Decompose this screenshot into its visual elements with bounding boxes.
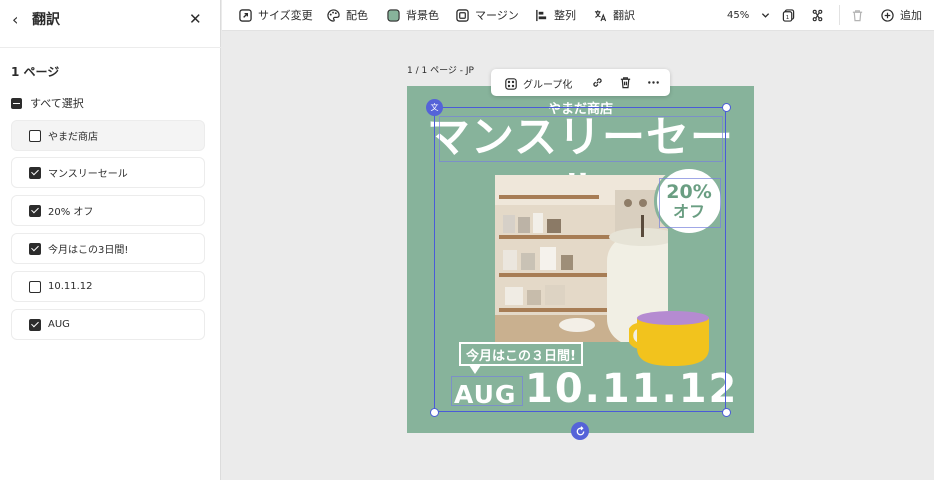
align-icon [536, 9, 547, 21]
checkbox-checked[interactable] [29, 318, 41, 331]
checkbox-checked[interactable] [29, 166, 41, 179]
element-context-menu: グループ化 [491, 69, 670, 96]
translate-panel: ‹ 翻訳 ✕ 1 ページ すべて選択 やまだ商店 マンスリーセール 20% オフ… [0, 0, 221, 480]
panel-header: ‹ 翻訳 ✕ [0, 0, 221, 48]
group-icon [505, 77, 517, 90]
resize-handle-top-right[interactable] [722, 103, 731, 112]
panel-title: 翻訳 [32, 12, 60, 28]
checkbox-checked[interactable] [29, 242, 41, 255]
zoom-value: 45% [727, 9, 750, 21]
checkbox-unchecked[interactable] [29, 280, 41, 293]
margin-label: マージン [475, 9, 519, 22]
checkbox-unchecked[interactable] [29, 129, 41, 142]
more-options-icon[interactable] [647, 76, 660, 89]
group-button[interactable]: グループ化 [505, 76, 572, 91]
background-color-button[interactable]: 背景色 [387, 0, 439, 30]
text-item-dates[interactable]: 10.11.12 [11, 271, 205, 302]
translate-button[interactable]: 翻訳 [594, 0, 635, 30]
text-item-label: やまだ商店 [48, 132, 98, 143]
chevron-down-icon [762, 12, 770, 18]
select-all-label: すべて選択 [30, 97, 84, 110]
dates-text[interactable]: 10.11.12 [525, 366, 738, 412]
period-text: 今月はこの３日間! [466, 348, 576, 364]
translate-label: 翻訳 [613, 9, 635, 22]
text-item-label: マンスリーセール [48, 169, 128, 180]
text-item-label: AUG [48, 319, 70, 330]
text-item-headline[interactable]: マンスリーセール [11, 157, 205, 188]
resize-label: サイズ変更 [258, 9, 313, 22]
align-button[interactable]: 整列 [535, 0, 576, 30]
resize-handle-bottom-right[interactable] [722, 408, 731, 417]
text-item-label: 10.11.12 [48, 281, 93, 292]
pages-icon: 1 [782, 8, 795, 22]
close-icon[interactable]: ✕ [189, 10, 202, 28]
translate-icon [594, 9, 607, 21]
top-toolbar: サイズ変更 配色 背景色 マージン 整列 翻訳 45% 1 追加 [222, 0, 934, 31]
svg-text:1: 1 [786, 14, 790, 20]
text-item-discount[interactable]: 20% オフ [11, 195, 205, 226]
add-button[interactable]: 追加 [881, 0, 922, 30]
text-item-period[interactable]: 今月はこの3日間! [11, 233, 205, 264]
resize-button[interactable]: サイズ変更 [239, 0, 313, 30]
speech-bubble-tail [469, 365, 481, 374]
trash-icon [852, 9, 863, 21]
plus-circle-icon [881, 8, 894, 22]
layers-button[interactable] [811, 0, 824, 30]
rotate-handle[interactable] [571, 422, 589, 440]
margin-icon [456, 8, 469, 22]
layers-icon [812, 9, 823, 21]
zoom-dropdown[interactable]: 45% [727, 0, 770, 30]
add-label: 追加 [900, 9, 922, 22]
color-scheme-button[interactable]: 配色 [327, 0, 368, 30]
headline-bounding-box [439, 116, 723, 162]
group-label: グループ化 [523, 80, 573, 91]
margin-button[interactable]: マージン [456, 0, 519, 30]
select-all-checkbox[interactable]: すべて選択 [11, 95, 84, 111]
toolbar-divider [839, 5, 840, 25]
rotate-icon [576, 425, 584, 435]
pages-button[interactable]: 1 [782, 0, 795, 30]
translate-marker-icon[interactable]: 文 [426, 99, 443, 116]
delete-button-disabled[interactable] [851, 0, 864, 30]
checkbox-checked[interactable] [29, 204, 41, 217]
month-bounding-box [451, 376, 523, 406]
yellow-cup-image [629, 311, 709, 366]
text-item-label: 20% オフ [48, 207, 94, 218]
text-item-month[interactable]: AUG [11, 309, 205, 340]
background-color-label: 背景色 [406, 9, 439, 22]
text-item-label: 今月はこの3日間! [48, 245, 129, 256]
palette-icon [327, 8, 340, 22]
trash-icon[interactable] [619, 76, 632, 89]
align-label: 整列 [554, 9, 576, 22]
page-label: 1 / 1 ページ - JP [407, 66, 474, 76]
badge-bounding-box [659, 178, 721, 228]
design-artboard[interactable]: やまだ商店 マンスリーセール 20% オフ [407, 86, 754, 433]
resize-icon [239, 8, 252, 22]
resize-handle-bottom-left[interactable] [430, 408, 439, 417]
background-swatch-icon [387, 8, 400, 22]
page-section-title: 1 ページ [11, 65, 60, 79]
indeterminate-checkbox-icon[interactable] [11, 97, 22, 109]
text-item-shop-name[interactable]: やまだ商店 [11, 120, 205, 151]
color-scheme-label: 配色 [346, 9, 368, 22]
period-speech-bubble[interactable]: 今月はこの３日間! [459, 342, 583, 366]
back-icon[interactable]: ‹ [12, 12, 24, 28]
link-icon[interactable] [591, 76, 604, 89]
